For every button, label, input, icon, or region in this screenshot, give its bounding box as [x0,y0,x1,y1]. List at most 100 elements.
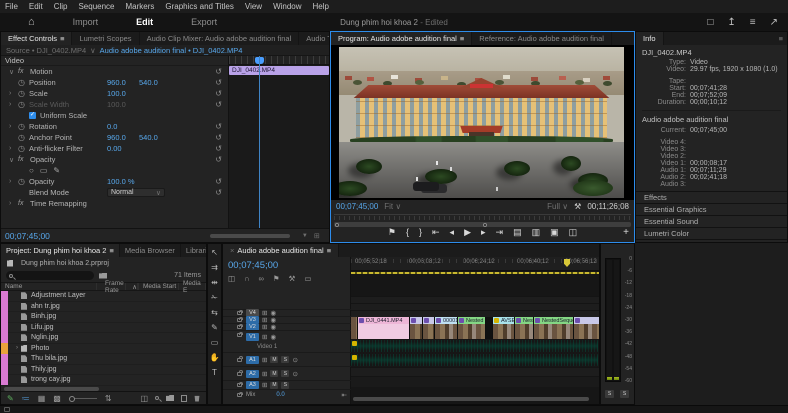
playback-resolution-select[interactable]: Full ∨ [547,202,568,211]
group-row-opacity[interactable]: ∨ fx Opacity ↺ [1,154,228,165]
blend-mode-select[interactable]: Normal ∨ [107,188,165,197]
label-color-chip[interactable] [1,312,8,323]
workspaces-menu-icon[interactable]: ≡ [750,17,756,28]
add-marker-icon[interactable]: ⚑ [388,227,396,238]
panel-menu-icon[interactable]: ≡ [109,246,113,255]
video-clip-thumb[interactable] [574,317,599,339]
video-clip[interactable]: Nested Seque [458,317,486,339]
type-tool[interactable]: T [212,368,217,377]
slip-tool[interactable]: ⇆ [211,308,218,317]
sequence-marker[interactable] [564,259,570,267]
video-clip-thumb[interactable] [351,317,358,339]
label-color-chip[interactable] [1,333,8,344]
track-v3-lane[interactable] [351,303,599,310]
menu-graphics-and-titles[interactable]: Graphics and Titles [165,2,233,11]
menu-view[interactable]: View [245,2,262,11]
reset-icon[interactable]: ↺ [215,177,222,186]
accordion-essential-sound[interactable]: Essential Sound [636,215,787,227]
video-clip[interactable]: NestedSequen [534,317,574,339]
settings-wrench-icon[interactable]: ⚒ [574,202,581,211]
reset-icon[interactable]: ↺ [215,100,222,109]
lift-icon[interactable]: ▤ [513,227,522,238]
label-color-chip[interactable] [1,343,8,354]
search-input[interactable] [6,271,94,280]
rectangle-tool[interactable]: ▭ [211,338,219,347]
item-name[interactable]: trong cay.jpg [31,376,71,383]
mute-button[interactable]: M [270,382,278,389]
horizontal-scrollbar[interactable] [210,234,290,238]
twirl-closed-icon[interactable]: › [9,90,18,97]
panel-menu-icon[interactable]: ≡ [60,34,64,43]
project-row-image[interactable]: Lifu.jpg [1,323,206,334]
track-header-v2[interactable]: V2 ⊞ ◉ [223,323,351,330]
item-name[interactable]: Nglin.jpg [31,334,58,341]
bin-path[interactable]: Dung phim hoi khoa 2.prproj [21,260,109,267]
menu-window[interactable]: Window [273,2,301,11]
mini-timeline-ruler[interactable] [229,56,329,65]
item-name[interactable]: Thu bila.jpg [31,355,67,362]
panel-menu-icon[interactable]: ≡ [327,246,331,255]
video-clip-thumb[interactable] [410,317,423,339]
label-color-chip[interactable] [1,354,8,365]
mini-timeline-clip[interactable]: DJI_0402.MP4 [229,66,329,75]
track-header-v1[interactable]: V1 ⊞ ◉ Video 1 [223,330,351,352]
group-row-time-remapping[interactable]: › fx Time Remapping [1,198,228,209]
export-frame-icon[interactable]: ▣ [550,227,559,238]
fx-badge-icon[interactable]: fx [18,68,30,75]
razor-tool[interactable]: ✁ [211,293,218,302]
sync-lock-icon[interactable]: ⊞ [262,381,267,389]
home-icon[interactable]: ⌂ [28,16,35,28]
sync-lock-icon[interactable]: ⊞ [262,370,267,378]
workspace-tab-import[interactable]: Import [73,17,99,27]
thumbnail-zoom-slider[interactable] [69,398,97,399]
pen-mask-icon[interactable]: ✎ [53,166,60,175]
share-icon[interactable]: ↥ [727,17,735,28]
sync-lock-icon[interactable]: ⊞ [262,333,267,341]
rotation-value[interactable]: 0.0 [107,122,139,131]
fullscreen-icon[interactable]: ↗ [770,17,778,28]
anchor-x-value[interactable]: 960.0 [107,133,139,142]
writable-pencil-icon[interactable]: ✎ [7,394,14,403]
workspace-tab-edit[interactable]: Edit [136,17,153,27]
track-header-v4[interactable]: V4 ⊞ ◉ [223,309,351,316]
panel-menu-icon[interactable]: ≡ [779,34,783,43]
pen-tool[interactable]: ✎ [211,323,218,332]
timeline-track-area[interactable]: 00;05;52;18 00;06;08;12 00;06;24;12 00;0… [351,257,599,404]
tab-effect-controls[interactable]: Effect Controls≡ [1,32,72,45]
project-row-image[interactable]: ahn tr.jpg [1,302,206,313]
go-to-in-icon[interactable]: ⇤ [432,227,440,238]
project-row-image[interactable]: Nglin.jpg [1,333,206,344]
step-back-icon[interactable]: ◂ [450,227,455,238]
lock-icon[interactable] [237,358,242,362]
video-clip-thumb[interactable] [486,317,493,339]
tab-media-browser[interactable]: Media Browser [120,244,181,257]
ellipse-mask-icon[interactable]: ○ [29,166,34,175]
label-color-chip[interactable] [1,322,8,333]
label-color-chip[interactable] [1,301,8,312]
mute-button[interactable]: M [270,356,278,363]
column-media-start[interactable]: Media Start [139,283,179,290]
bin-breadcrumb[interactable]: Dung phim hoi khoa 2.prproj [1,257,206,269]
menu-sequence[interactable]: Sequence [78,2,114,11]
item-name[interactable]: Adjustment Layer [31,292,85,299]
audio-clip[interactable] [351,340,598,352]
tab-sequence[interactable]: × Audio adobe audition final ≡ [223,244,339,257]
track-target[interactable]: A3 [246,381,259,389]
reset-icon[interactable]: ↺ [215,133,222,142]
audio-clip[interactable] [351,354,598,366]
uniform-scale-checkbox[interactable]: ✓ [29,112,36,119]
workspace-tab-export[interactable]: Export [191,17,217,27]
anchor-y-value[interactable]: 540.0 [139,133,158,142]
tab-libraries[interactable]: Libraries [181,244,206,257]
button-editor-icon[interactable]: + [623,227,629,238]
scale-value[interactable]: 100.0 [107,89,139,98]
find-icon[interactable] [155,396,159,400]
item-name[interactable]: ahn tr.jpg [31,303,60,310]
item-name[interactable]: Lifu.jpg [31,324,54,331]
track-v4-lane[interactable] [351,296,599,303]
rectangle-mask-icon[interactable]: ▭ [40,166,48,175]
track-header-a2[interactable]: A2 ⊞ M S ⊙ [223,366,351,380]
solo-right-button[interactable]: S [620,390,629,398]
mix-volume-value[interactable]: 0.0 [276,392,284,398]
project-row-image[interactable]: Binh.jpg [1,312,206,323]
